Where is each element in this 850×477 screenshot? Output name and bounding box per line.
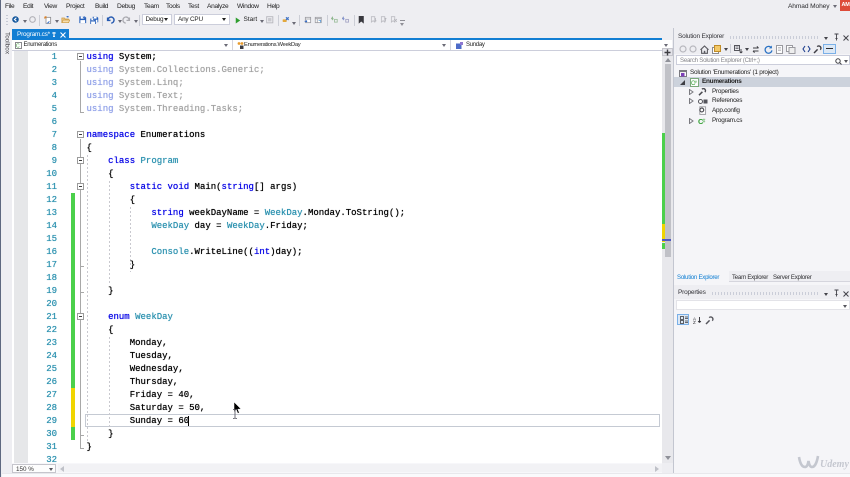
svg-text:#: # — [703, 118, 706, 124]
svg-text:Udemy: Udemy — [820, 459, 849, 470]
svg-text:Z: Z — [693, 320, 696, 324]
